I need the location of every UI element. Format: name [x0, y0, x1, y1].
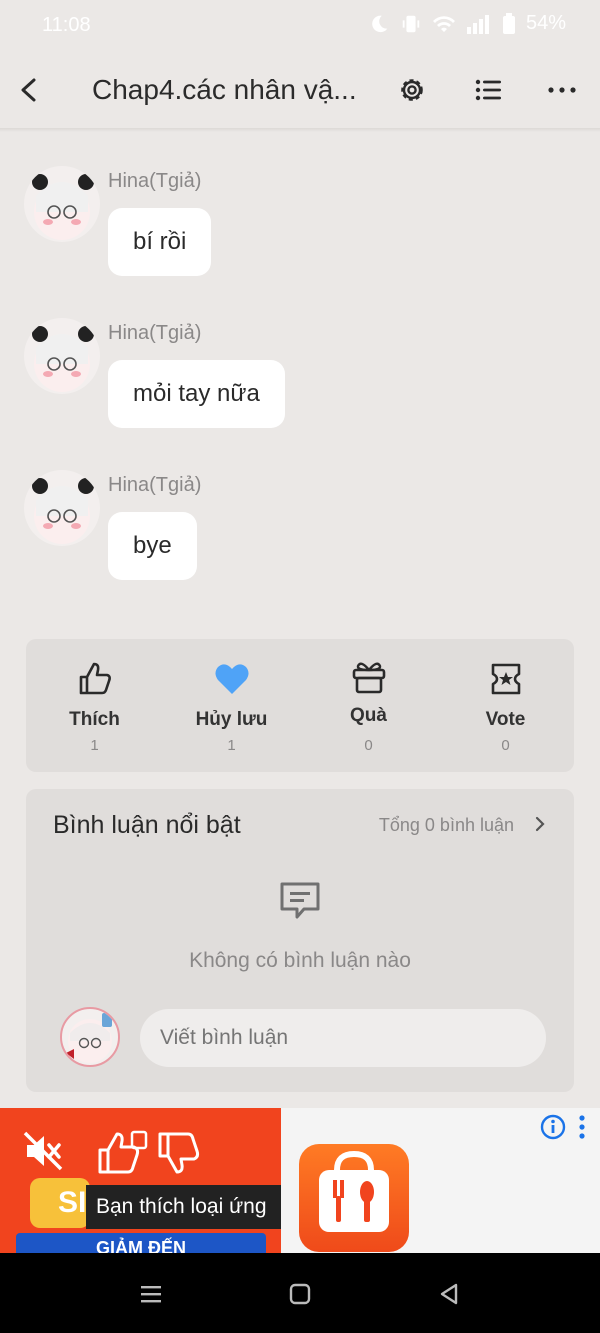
ad-thumbs-down-icon[interactable] — [156, 1130, 204, 1178]
vibrate-icon — [402, 15, 420, 32]
food-bag-icon — [319, 1150, 389, 1232]
vote-button[interactable]: Vote 0 — [437, 639, 574, 772]
recent-apps-icon[interactable] — [138, 1281, 164, 1307]
author-avatar[interactable] — [24, 470, 100, 546]
gift-button[interactable]: Quà 0 — [300, 639, 437, 772]
chapter-list-icon[interactable] — [472, 74, 504, 106]
battery-icon — [502, 12, 515, 34]
gear-icon[interactable] — [396, 74, 428, 106]
back-nav-icon[interactable] — [436, 1281, 462, 1307]
battery-percent: 54% — [525, 12, 566, 34]
status-icons: 54% — [368, 12, 566, 35]
avatar-image — [32, 174, 94, 240]
chevron-right-icon[interactable] — [532, 813, 548, 835]
ad-video[interactable]: SI Bạn thích loại ứng GIẢM ĐẾN — [0, 1108, 281, 1253]
gift-label: Quà — [350, 705, 387, 726]
comment-input[interactable] — [140, 1009, 546, 1067]
top-bar: Chap4.các nhân vậ... — [0, 52, 600, 128]
ad-thumbs-up-icon[interactable] — [96, 1128, 150, 1176]
message-item: Hina(Tgiả) bí rồi — [0, 166, 600, 296]
gift-count: 0 — [364, 737, 373, 754]
ad-discount-banner: GIẢM ĐẾN — [16, 1233, 266, 1253]
like-count: 1 — [90, 737, 99, 754]
back-arrow-icon[interactable] — [14, 72, 44, 108]
home-icon[interactable] — [287, 1281, 313, 1307]
chapter-actions: Thích 1 Hủy lưu 1 Quà 0 Vote 0 — [26, 639, 574, 772]
unsave-button[interactable]: Hủy lưu 1 — [163, 639, 300, 772]
like-button[interactable]: Thích 1 — [26, 639, 163, 772]
signal-icon — [466, 14, 489, 34]
message-bubble: bí rồi — [108, 208, 212, 276]
ad-sale-text: SI — [58, 1186, 87, 1219]
vote-label: Vote — [485, 709, 526, 730]
author-avatar[interactable] — [24, 318, 100, 394]
thumbs-up-icon — [79, 662, 111, 695]
author-name: Hina(Tgiả) — [108, 170, 202, 192]
unsave-label: Hủy lưu — [195, 709, 268, 730]
header-divider — [0, 128, 600, 132]
comments-title: Bình luận nổi bật — [53, 811, 241, 839]
no-comments-text: Không có bình luận nào — [189, 949, 411, 972]
like-label: Thích — [69, 709, 120, 730]
avatar-image — [32, 326, 94, 392]
system-nav-bar — [0, 1253, 600, 1333]
mute-icon[interactable] — [22, 1130, 64, 1172]
message-item: Hina(Tgiả) bye — [0, 470, 600, 600]
moon-icon — [372, 15, 388, 32]
comments-total-link[interactable]: Tổng 0 bình luận — [379, 815, 514, 836]
featured-comments: Bình luận nổi bật Tổng 0 bình luận Không… — [26, 789, 574, 1092]
ad-info-icon[interactable] — [540, 1114, 566, 1140]
status-bar: 11:08 54% — [0, 0, 600, 52]
user-avatar — [60, 1007, 120, 1067]
wifi-icon — [432, 15, 455, 32]
chapter-title: Chap4.các nhân vậ... — [92, 74, 357, 105]
message-bubble: bye — [108, 512, 197, 580]
author-avatar[interactable] — [24, 166, 100, 242]
user-avatar-image — [66, 1013, 112, 1063]
avatar-image — [32, 478, 94, 544]
heart-icon — [215, 664, 248, 694]
more-options-icon[interactable] — [546, 74, 578, 106]
author-name: Hina(Tgiả) — [108, 474, 202, 496]
author-name: Hina(Tgiả) — [108, 322, 202, 344]
message-bubble: mỏi tay nữa — [108, 360, 285, 428]
ad-more-icon[interactable] — [576, 1114, 588, 1140]
vote-count: 0 — [501, 737, 510, 754]
ad-tooltip: Bạn thích loại ứng — [86, 1185, 281, 1229]
vote-icon — [491, 663, 520, 695]
comment-bubble-icon — [280, 882, 320, 919]
status-time: 11:08 — [42, 14, 91, 36]
ad-sale-badge: SI — [30, 1178, 90, 1228]
app-logo[interactable] — [299, 1144, 409, 1252]
gift-icon — [352, 662, 385, 694]
ad-banner[interactable]: SI Bạn thích loại ứng GIẢM ĐẾN — [0, 1108, 600, 1253]
message-item: Hina(Tgiả) mỏi tay nữa — [0, 318, 600, 448]
unsave-count: 1 — [227, 737, 236, 754]
